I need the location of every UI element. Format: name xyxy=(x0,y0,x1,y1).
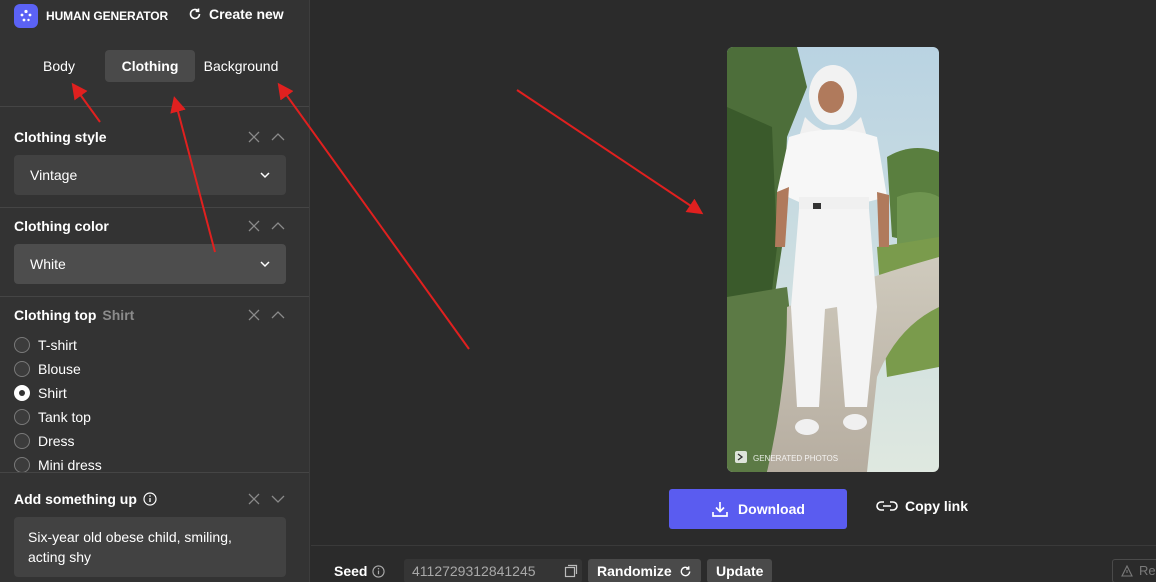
add-something-textarea[interactable]: Six-year old obese child, smiling, actin… xyxy=(14,517,286,577)
download-label: Download xyxy=(738,501,805,517)
seed-label: Seed xyxy=(334,563,386,579)
radio-option-dress[interactable]: Dress xyxy=(14,432,75,450)
clothing-top-title: Clothing top Shirt xyxy=(14,307,134,323)
info-icon[interactable] xyxy=(143,492,157,506)
radio-label: Shirt xyxy=(38,385,67,401)
generated-image: GENERATED PHOTOS xyxy=(727,47,939,472)
radio-label: Tank top xyxy=(38,409,91,425)
tab-body[interactable]: Body xyxy=(14,50,104,82)
seed-value: 4112729312841245 xyxy=(412,563,536,579)
brand-name: HUMAN GENERATOR xyxy=(46,9,169,23)
radio-label: T-shirt xyxy=(38,337,77,353)
info-icon[interactable] xyxy=(372,564,386,578)
report-button[interactable]: Re xyxy=(1112,559,1156,582)
copy-link-button[interactable]: Copy link xyxy=(876,498,968,514)
seed-input[interactable]: 4112729312841245 xyxy=(404,559,582,582)
chevron-up-icon[interactable] xyxy=(271,308,285,322)
update-button[interactable]: Update xyxy=(707,559,773,582)
download-icon xyxy=(712,502,728,517)
radio-label: Dress xyxy=(38,433,75,449)
randomize-label: Randomize xyxy=(597,563,672,579)
brand[interactable]: HUMAN GENERATOR xyxy=(14,4,168,28)
clothing-color-title: Clothing color xyxy=(14,218,109,234)
divider xyxy=(0,207,309,208)
tab-clothing[interactable]: Clothing xyxy=(105,50,195,82)
warning-icon xyxy=(1121,565,1133,577)
copy-icon[interactable] xyxy=(564,564,578,578)
sidebar: HUMAN GENERATOR Create new Body Clothing… xyxy=(0,0,310,582)
link-icon xyxy=(876,501,898,511)
chevron-up-icon[interactable] xyxy=(271,219,285,233)
report-label: Re xyxy=(1139,563,1156,578)
radio-label: Blouse xyxy=(38,361,81,377)
radio-button[interactable] xyxy=(14,433,30,449)
refresh-icon xyxy=(189,8,201,20)
clothing-style-title: Clothing style xyxy=(14,129,107,145)
chevron-down-icon xyxy=(260,261,270,268)
add-something-title: Add something up xyxy=(14,491,157,507)
clothing-color-select[interactable]: White xyxy=(14,244,286,284)
radio-button[interactable] xyxy=(14,361,30,377)
divider xyxy=(0,106,309,107)
clothing-style-select[interactable]: Vintage xyxy=(14,155,286,195)
chevron-down-icon xyxy=(260,172,270,179)
clothing-top-label: Clothing top xyxy=(14,307,97,323)
radio-button-checked[interactable] xyxy=(14,385,30,401)
close-icon[interactable] xyxy=(247,492,261,506)
radio-option-tank-top[interactable]: Tank top xyxy=(14,408,91,426)
watermark-text: GENERATED PHOTOS xyxy=(753,454,838,463)
radio-label: Mini dress xyxy=(38,457,102,473)
tab-bar: Body Clothing Background xyxy=(14,50,296,82)
brand-logo-icon xyxy=(14,4,38,28)
radio-button[interactable] xyxy=(14,409,30,425)
close-icon[interactable] xyxy=(247,219,261,233)
radio-option-shirt[interactable]: Shirt xyxy=(14,384,67,402)
clothing-style-value: Vintage xyxy=(30,167,78,183)
divider xyxy=(0,296,309,297)
add-something-label: Add something up xyxy=(14,491,137,507)
download-button[interactable]: Download xyxy=(669,489,847,529)
create-new-button[interactable]: Create new xyxy=(188,6,284,22)
clothing-top-selected-hint: Shirt xyxy=(102,307,135,323)
copy-link-label: Copy link xyxy=(905,498,969,514)
divider xyxy=(0,472,309,473)
clothing-color-value: White xyxy=(30,256,66,272)
randomize-button[interactable]: Randomize xyxy=(588,559,701,582)
chevron-down-icon[interactable] xyxy=(271,492,285,506)
close-icon[interactable] xyxy=(247,308,261,322)
seed-label-text: Seed xyxy=(334,563,368,579)
create-new-label: Create new xyxy=(209,6,284,22)
radio-option-tshirt[interactable]: T-shirt xyxy=(14,336,77,354)
tab-background[interactable]: Background xyxy=(196,50,286,82)
radio-button[interactable] xyxy=(14,337,30,353)
refresh-icon xyxy=(680,565,691,576)
close-icon[interactable] xyxy=(247,130,261,144)
annotation-arrow xyxy=(516,89,704,215)
person-photo-image: GENERATED PHOTOS xyxy=(727,47,939,472)
seed-bar: Seed 4112729312841245 Randomize Update R… xyxy=(311,545,1156,582)
radio-button[interactable] xyxy=(14,457,30,473)
radio-option-blouse[interactable]: Blouse xyxy=(14,360,81,378)
chevron-up-icon[interactable] xyxy=(271,130,285,144)
